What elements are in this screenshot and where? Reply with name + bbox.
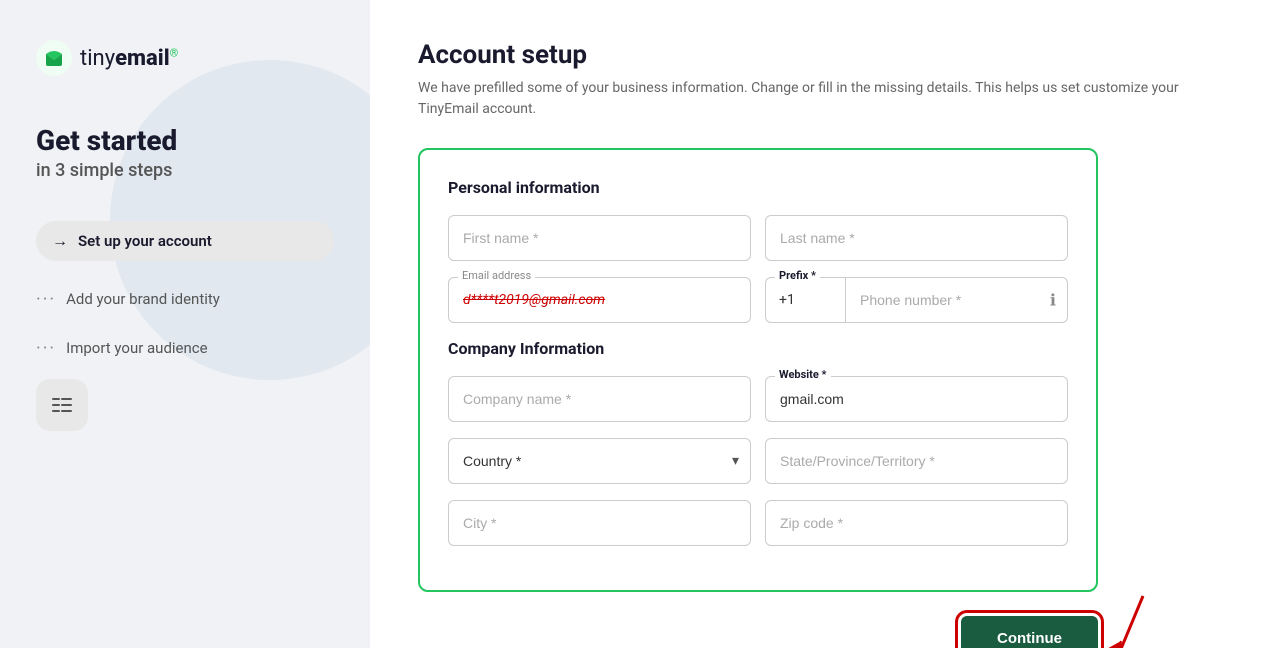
get-started-section: Get started in 3 simple steps (36, 124, 334, 181)
state-field (765, 438, 1068, 484)
step-audience[interactable]: ··· Import your audience (36, 338, 334, 359)
steps-list: → Set up your account ··· Add your brand… (36, 221, 334, 359)
step-brand[interactable]: ··· Add your brand identity (36, 289, 334, 310)
email-value[interactable]: d****t2019@gmail.com (448, 277, 751, 323)
city-field (448, 500, 751, 546)
prefix-input[interactable] (765, 277, 845, 323)
city-input[interactable] (448, 500, 751, 546)
get-started-subtitle: in 3 simple steps (36, 160, 334, 181)
personal-section: Personal information Email address d****… (448, 178, 1068, 323)
phone-input[interactable] (845, 277, 1068, 323)
dots-icon: ··· (36, 289, 56, 310)
sidebar: tinyemail® Get started in 3 simple steps… (0, 0, 370, 648)
company-name-field (448, 376, 751, 422)
prefix-label: Prefix * (775, 269, 820, 282)
company-name-input[interactable] (448, 376, 751, 422)
phone-field: ℹ (845, 277, 1068, 323)
form-card: Personal information Email address d****… (418, 148, 1098, 592)
zip-field (765, 500, 1068, 546)
red-arrow-indicator (1063, 586, 1153, 648)
email-field: Email address d****t2019@gmail.com (448, 277, 751, 323)
personal-section-title: Personal information (448, 178, 1068, 197)
state-input[interactable] (765, 438, 1068, 484)
arrow-icon: → (52, 231, 68, 251)
list-icon (50, 393, 74, 417)
main-content: Account setup We have prefilled some of … (370, 0, 1284, 648)
zip-input[interactable] (765, 500, 1068, 546)
logo-text: tinyemail® (80, 46, 178, 71)
step-brand-label: Add your brand identity (66, 290, 220, 308)
prefix-phone-field: Prefix * +1 ℹ (765, 277, 1068, 323)
get-started-title: Get started (36, 124, 334, 158)
company-website-row: Website * (448, 376, 1068, 422)
prefix-field: Prefix * +1 (765, 277, 845, 323)
website-label: Website * (775, 368, 831, 381)
prefix-phone-group: Prefix * +1 ℹ (765, 277, 1068, 323)
country-select[interactable]: Country * (448, 438, 751, 484)
company-section: Company Information Website * Country * … (448, 339, 1068, 546)
button-row: Continue (418, 616, 1098, 648)
country-field: Country * ▾ (448, 438, 751, 484)
website-field: Website * (765, 376, 1068, 422)
page-title: Account setup (418, 40, 1236, 70)
dots-icon-2: ··· (36, 338, 56, 359)
first-name-input[interactable] (448, 215, 751, 261)
step-setup-label: Set up your account (78, 232, 212, 250)
first-name-field (448, 215, 751, 261)
company-section-title: Company Information (448, 339, 1068, 358)
last-name-input[interactable] (765, 215, 1068, 261)
logo: tinyemail® (36, 40, 334, 76)
email-label: Email address (458, 269, 535, 282)
country-state-row: Country * ▾ (448, 438, 1068, 484)
page-subtitle: We have prefilled some of your business … (418, 78, 1236, 120)
info-icon[interactable]: ℹ (1050, 291, 1056, 310)
step-setup[interactable]: → Set up your account (36, 221, 334, 261)
city-zip-row (448, 500, 1068, 546)
last-name-field (765, 215, 1068, 261)
step-audience-label: Import your audience (66, 339, 207, 357)
website-input[interactable] (765, 376, 1068, 422)
list-icon-box (36, 379, 88, 431)
name-row (448, 215, 1068, 261)
logo-icon (36, 40, 72, 76)
email-phone-row: Email address d****t2019@gmail.com Prefi… (448, 277, 1068, 323)
